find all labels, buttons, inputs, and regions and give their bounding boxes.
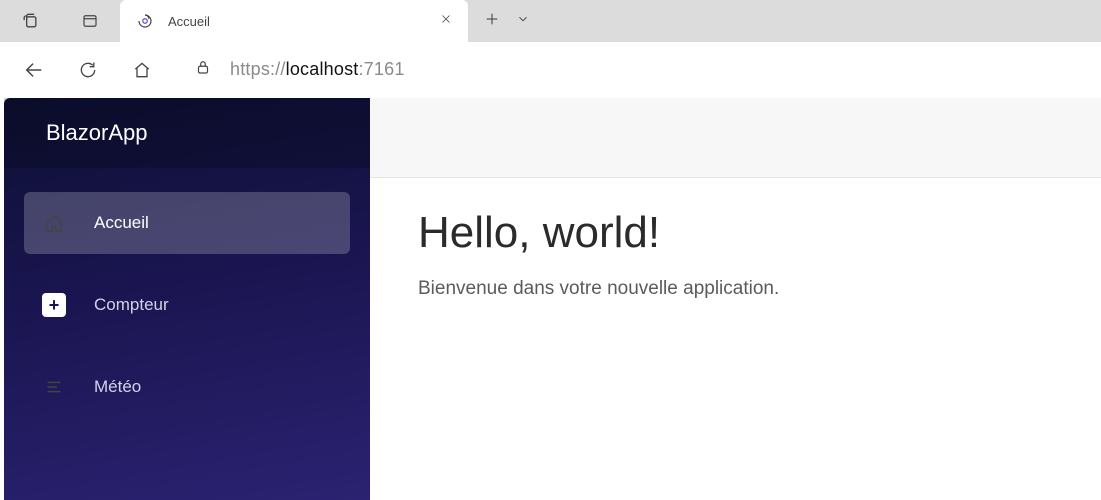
- collections-icon: [20, 11, 40, 31]
- lock-icon: [194, 58, 212, 76]
- site-security-button[interactable]: [194, 58, 212, 81]
- sidebar-item-label: Météo: [94, 377, 141, 397]
- arrow-left-icon: [23, 59, 45, 81]
- browser-home-button[interactable]: [122, 50, 162, 90]
- tab-actions-button[interactable]: [516, 12, 530, 31]
- browser-tab-title: Accueil: [168, 14, 426, 29]
- tab-close-button[interactable]: [440, 12, 452, 30]
- address-bar-url: https://localhost:7161: [230, 59, 405, 80]
- page-heading: Hello, world!: [418, 208, 1053, 258]
- window-icon: [81, 12, 99, 30]
- home-icon: [132, 60, 152, 80]
- content-top-bar: [370, 98, 1101, 178]
- sidebar-nav: Accueil + Compteur Météo: [4, 168, 370, 418]
- sidebar-item-meteo[interactable]: Météo: [24, 356, 350, 418]
- app-viewport: BlazorApp Accueil + Compteur: [4, 98, 1101, 500]
- plus-icon: [484, 11, 500, 27]
- chevron-down-icon: [516, 12, 530, 26]
- sidebar-item-label: Compteur: [94, 295, 169, 315]
- browser-tab-active[interactable]: Accueil: [120, 0, 468, 42]
- blazor-favicon: [136, 12, 154, 30]
- reload-button[interactable]: [68, 50, 108, 90]
- sidebar: BlazorApp Accueil + Compteur: [4, 98, 370, 500]
- home-icon: [40, 212, 68, 234]
- app-brand[interactable]: BlazorApp: [4, 98, 370, 168]
- plus-box-icon: +: [40, 293, 68, 317]
- sidebar-item-accueil[interactable]: Accueil: [24, 192, 350, 254]
- reload-icon: [78, 60, 98, 80]
- back-button[interactable]: [14, 50, 54, 90]
- sidebar-item-label: Accueil: [94, 213, 149, 233]
- address-bar[interactable]: https://localhost:7161: [176, 50, 1095, 90]
- new-tab-button[interactable]: [484, 11, 500, 32]
- browser-tab-strip: Accueil: [0, 0, 1101, 42]
- content-area: Hello, world! Bienvenue dans votre nouve…: [370, 98, 1101, 500]
- browser-collections-button[interactable]: [0, 0, 60, 42]
- list-icon: [40, 376, 68, 398]
- browser-toolbar: https://localhost:7161: [0, 42, 1101, 98]
- browser-window-button[interactable]: [60, 0, 120, 42]
- sidebar-item-compteur[interactable]: + Compteur: [24, 274, 350, 336]
- close-icon: [440, 13, 452, 25]
- page-subheading: Bienvenue dans votre nouvelle applicatio…: [418, 278, 1053, 300]
